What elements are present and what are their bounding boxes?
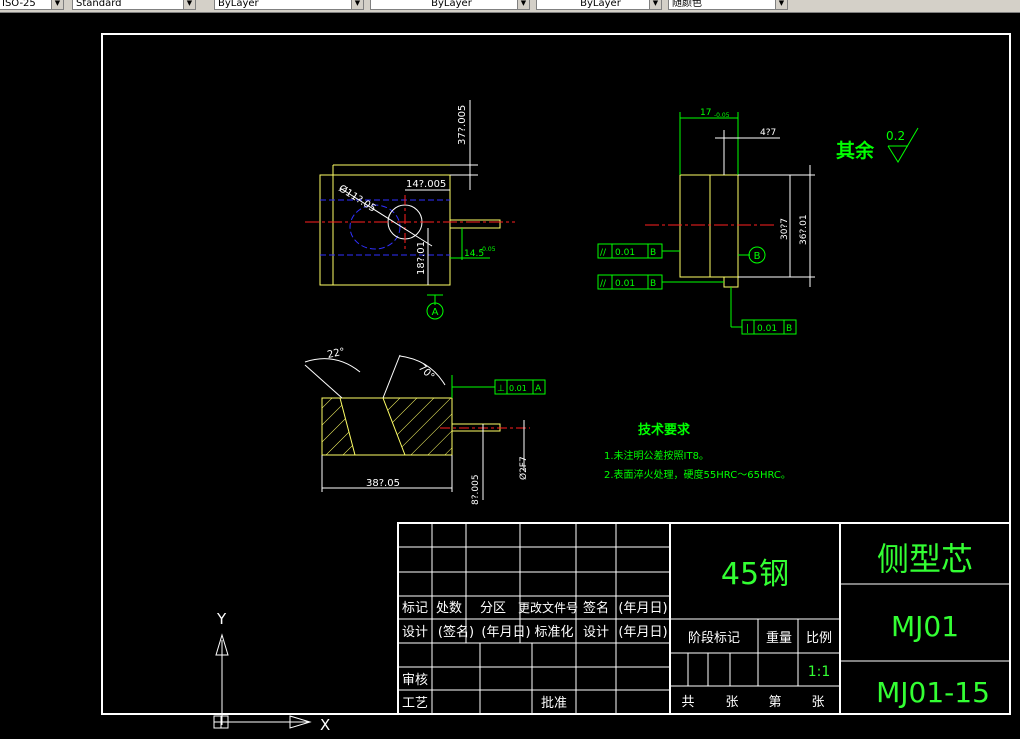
- front-view-pin: [449, 219, 501, 229]
- section-left-block: [321, 397, 356, 456]
- tech-req-line-2: 2.表面淬火处理，硬度55HRC～65HRC。: [604, 468, 791, 481]
- datum-a-label: A: [432, 307, 439, 318]
- tb-design-2: 设计: [583, 625, 609, 640]
- chevron-down-icon[interactable]: ▼: [183, 0, 195, 9]
- dim-30: 30?7: [780, 218, 790, 240]
- dimension-style-dropdown[interactable]: ISO-25 ▼: [0, 0, 64, 10]
- tb-sheet-total: 共: [681, 695, 694, 710]
- tech-req-line-1: 1.未注明公差按照IT8。: [604, 449, 709, 462]
- ucs-x-label: X: [320, 716, 330, 734]
- tb-review: 审核: [402, 673, 428, 688]
- linetype-dropdown[interactable]: ByLayer ▼: [370, 0, 530, 10]
- layer-value: ByLayer: [218, 0, 259, 9]
- dim-17-tolerance: -0.05: [714, 112, 730, 119]
- tb-zone: 分区: [480, 601, 506, 616]
- tb-design-date: (年月日): [481, 625, 530, 640]
- dim-17: 17: [700, 108, 711, 118]
- side-view-outline: [679, 174, 739, 278]
- tolerance-frame-3: | 0.01 B: [730, 287, 797, 335]
- roughness-value: 0.2: [886, 129, 905, 143]
- surface-roughness-note: 其余 0.2: [836, 127, 919, 163]
- tb-approve: 批准: [541, 696, 567, 711]
- tb-scale-value: 1:1: [808, 664, 831, 680]
- tol1-value: 0.01: [615, 248, 635, 258]
- tech-req-title: 技术要求: [638, 422, 691, 438]
- tb-stage-label: 阶段标记: [688, 631, 740, 646]
- tb-standard: 标准化: [534, 625, 573, 640]
- dim-36: 36?.01: [799, 214, 809, 245]
- dim-38: 38?.05: [366, 478, 400, 489]
- plotstyle-dropdown[interactable]: 随颜色 ▼: [668, 0, 788, 10]
- front-view-hidden-circle: [349, 204, 401, 250]
- dim-hole-diameter: Ø11?.05: [336, 182, 378, 214]
- chevron-down-icon[interactable]: ▼: [775, 0, 787, 9]
- section-view: 22° 70° 38?.05 8?.005 Ø2F7 ⊥ 0.01 A: [304, 346, 546, 505]
- tb-sheet-unit-2: 张: [811, 695, 824, 710]
- text-style-value: Standard: [76, 0, 122, 9]
- dim-bore: Ø2F7: [518, 456, 529, 480]
- tolerance-frame-1: // 0.01 B: [597, 243, 680, 259]
- layer-dropdown[interactable]: ByLayer ▼: [214, 0, 364, 10]
- tb-material: 45钢: [721, 557, 789, 592]
- dim-18: 18?.01: [416, 241, 427, 275]
- tol2-value: 0.01: [615, 279, 635, 289]
- angle-22: 22°: [326, 346, 346, 360]
- perp-value: 0.01: [509, 384, 527, 393]
- roughness-label: 其余: [836, 139, 875, 162]
- front-view: Ø11?.05 14?.005 37?.005 18?.01 14.5 -0.0…: [305, 100, 515, 320]
- tb-sign: 签名: [583, 600, 609, 616]
- side-view: 17 -0.05 4?7 30?7 36?.01 B // 0.01 B // …: [597, 108, 815, 335]
- side-view-pin: [723, 276, 739, 288]
- chevron-down-icon[interactable]: ▼: [351, 0, 363, 9]
- tb-part-name: 侧型芯: [877, 540, 973, 578]
- datum-b-label: B: [754, 251, 761, 262]
- chevron-down-icon[interactable]: ▼: [649, 0, 661, 9]
- dim-14-5-tolerance: -0.05: [480, 246, 496, 253]
- tol1-symbol: //: [600, 248, 607, 258]
- tb-sheet-no: 第: [768, 695, 781, 710]
- chevron-down-icon[interactable]: ▼: [517, 0, 529, 9]
- tb-weight-label: 重量: [766, 630, 792, 646]
- linetype-value: ByLayer: [431, 0, 472, 9]
- properties-toolbar: ISO-25 ▼ Standard ▼ ByLayer ▼ ByLayer ▼ ByLa…: [0, 0, 1020, 13]
- dim-37: 37?.005: [457, 105, 468, 145]
- tol1-datum: B: [650, 248, 656, 258]
- tol2-datum: B: [650, 279, 656, 289]
- drawing-canvas[interactable]: Ø11?.05 14?.005 37?.005 18?.01 14.5 -0.0…: [0, 13, 1020, 739]
- tol3-datum: B: [786, 324, 792, 334]
- perp-datum: A: [535, 384, 542, 394]
- dim-4: 4?7: [760, 128, 776, 138]
- chevron-down-icon[interactable]: ▼: [51, 0, 63, 9]
- tol3-value: 0.01: [757, 324, 777, 334]
- text-style-dropdown[interactable]: Standard ▼: [72, 0, 196, 10]
- dimension-style-value: ISO-25: [2, 0, 36, 9]
- tb-mark: 标记: [402, 601, 428, 616]
- tb-scale-label: 比例: [806, 631, 832, 646]
- technical-requirements: 技术要求 1.未注明公差按照IT8。 2.表面淬火处理，硬度55HRC～65HR…: [604, 422, 791, 481]
- tb-design: 设计: [402, 625, 428, 640]
- tol2-symbol: //: [600, 279, 607, 289]
- dim-14: 14?.005: [406, 179, 446, 190]
- angle-70: 70°: [416, 362, 436, 382]
- tb-code: MJ01: [891, 610, 959, 643]
- tb-sheet-unit-1: 张: [725, 695, 738, 710]
- perp-symbol: ⊥: [497, 384, 505, 394]
- tb-date: (年月日): [618, 601, 667, 616]
- tb-process: 工艺: [402, 696, 428, 711]
- dim-8: 8?.005: [471, 474, 481, 505]
- tb-drawing-number: MJ01-15: [876, 676, 990, 709]
- tb-change-doc: 更改文件号: [518, 600, 578, 615]
- lineweight-dropdown[interactable]: ByLayer ▼: [536, 0, 662, 10]
- tb-count: 处数: [436, 601, 462, 616]
- lineweight-value: ByLayer: [580, 0, 621, 9]
- perpendicularity-frame: ⊥ 0.01 A: [451, 375, 546, 398]
- plotstyle-value: 随颜色: [672, 0, 702, 9]
- ucs-y-label: Y: [216, 610, 227, 628]
- tb-signature: (签名): [438, 624, 474, 640]
- section-right-block: [382, 397, 453, 456]
- title-block-text: 标记 处数 分区 更改文件号 签名 (年月日) 设计 (签名) (年月日) 标准…: [402, 540, 990, 711]
- tol3-symbol: |: [746, 324, 749, 334]
- tb-date-2: (年月日): [618, 625, 667, 640]
